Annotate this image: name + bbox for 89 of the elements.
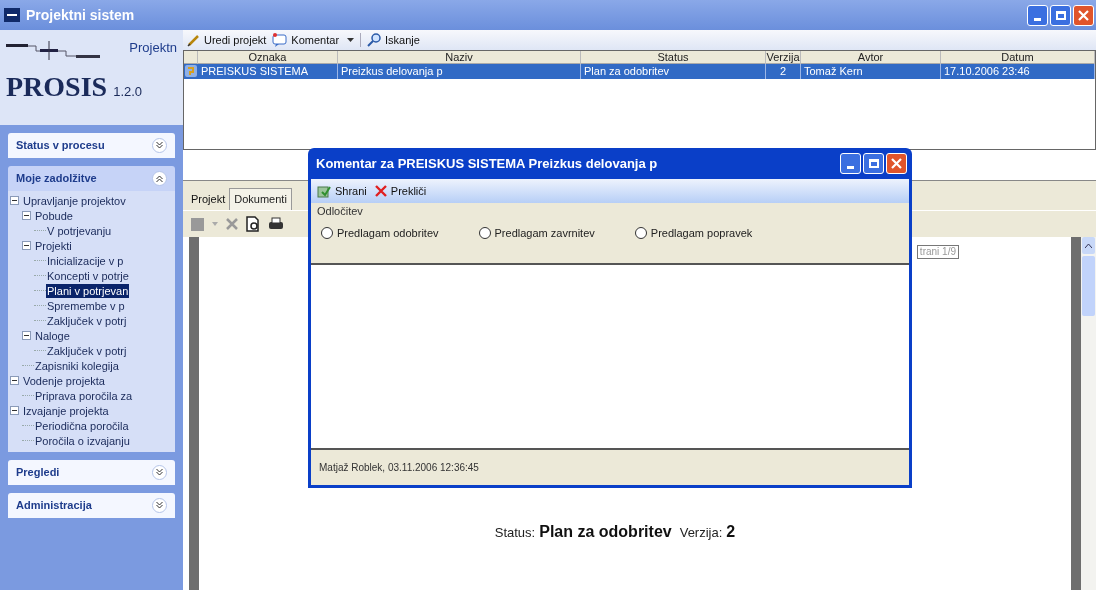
collapse-icon[interactable] [22,211,31,220]
close-icon [891,158,902,169]
collapse-icon[interactable] [10,406,19,415]
tree-item[interactable]: Priprava poročila za [34,388,134,403]
close-button[interactable] [1073,4,1094,26]
square-icon[interactable] [191,217,204,231]
status-label: Status: [494,524,536,542]
panel-title: Status v procesu [16,138,105,154]
radio-option[interactable]: Predlagam zavrnitev [478,225,595,242]
panel-title: Pregledi [16,465,60,481]
comment-icon [272,33,289,47]
version-label: Verzija: [679,524,723,542]
page-indicator: trani 1/9 [916,245,959,259]
radio-button[interactable] [634,227,647,240]
tree-item[interactable]: Inicializacije v p [46,253,125,268]
tree-item[interactable]: Naloge [34,328,71,343]
minimize-button[interactable] [840,153,861,174]
tree-item[interactable]: V potrjevanju [46,223,113,238]
radio-button[interactable] [478,227,491,240]
minimize-button[interactable] [1027,4,1048,26]
close-button[interactable] [886,153,907,174]
window-title: Projektni sistem [26,5,135,25]
app-icon [4,8,20,22]
page-preview-icon[interactable] [246,216,260,232]
printer-icon[interactable] [268,217,284,231]
panel-title: Administracija [16,498,92,514]
table-cell: Plan za odobritev [581,64,766,79]
version-value: 2 [726,522,736,542]
panel-header[interactable]: Pregledi [8,460,175,485]
expand-icon[interactable] [152,465,167,480]
status-value: Plan za odobritev [539,522,672,542]
table-cell: Preizkus delovanja p [338,64,581,79]
version-label: 1.2.0 [113,83,143,101]
expand-icon[interactable] [152,138,167,153]
panel-header[interactable]: Administracija [8,493,175,518]
toolbar-button[interactable]: Uredi projekt [187,31,267,49]
tree-item[interactable]: Plani v potrjevan [46,283,130,298]
radio-option[interactable]: Predlagam popravek [634,225,753,242]
dialog-title: Komentar za PREISKUS SISTEMA Preizkus delovanja p [316,154,658,173]
tree-item[interactable]: Pobude [34,208,74,223]
tree-item[interactable]: Vodenje projekta [22,373,106,388]
project-icon [185,65,197,77]
table-cell: PREISKUS SISTEMA [198,64,338,79]
delete-icon[interactable] [226,218,238,230]
search-icon [367,33,383,47]
collapse-icon[interactable] [10,376,19,385]
tree-item[interactable]: Izvajanje projekta [22,403,110,418]
table-row[interactable]: PREISKUS SISTEMA Preizkus delovanja p Plan za odobritev 2 Tomaž Kern 17.10.2006 23:46 [184,64,1095,79]
table-cell: Tomaž Kern [801,64,941,79]
logo-text: PROSIS [6,70,108,104]
panel-header[interactable]: Status v procesu [8,133,175,158]
tree-item[interactable]: Poročila o izvajanju [34,433,131,448]
tree-item[interactable]: Koncepti v potrje [46,268,130,283]
pencil-icon [187,33,201,47]
cancel-icon [374,185,387,197]
tree-item[interactable]: Upravljanje projektov [22,193,127,208]
save-icon [317,184,331,198]
tree-item[interactable]: Periodična poročila [34,418,130,433]
tree-item[interactable]: Projekti [34,238,73,253]
tree-item[interactable]: Zaključek v potrj [46,343,128,358]
tree-item[interactable]: Zaključek v potrj [46,313,128,328]
scrollbar-thumb[interactable] [1082,256,1095,316]
panel-header[interactable]: Moje zadolžitve [8,166,175,191]
scroll-up-icon[interactable] [1085,243,1092,248]
toolbar-button[interactable]: Shrani [317,182,367,200]
author-timestamp: Matjaž Roblek, 03.11.2006 12:36:45 [319,461,479,475]
close-icon [1078,9,1089,21]
radio-option[interactable]: Predlagam odobritev [321,225,439,242]
toolbar-button[interactable]: Iskanje [367,31,420,49]
tree-item[interactable]: Spremembe v p [46,298,126,313]
expand-icon[interactable] [152,498,167,513]
dropdown-caret-icon [347,38,355,42]
group-title: Odločitev [317,205,364,217]
collapse-icon[interactable] [22,241,31,250]
scrollbar[interactable] [1081,237,1096,590]
comment-field[interactable] [311,265,909,448]
table-cell: 17.10.2006 23:46 [941,64,1095,79]
tab[interactable]: Dokumenti [230,188,292,210]
table-cell: 2 [766,64,801,79]
tree-item[interactable]: Zapisniki kolegija [34,358,120,373]
app-name: Projektn [129,39,177,57]
maximize-button[interactable] [1050,4,1071,26]
radio-button[interactable] [321,227,333,240]
toolbar-button[interactable]: Prekliči [374,182,427,200]
collapse-icon[interactable] [10,196,19,205]
panel-title: Moje zadolžitve [16,171,97,187]
maximize-button[interactable] [863,153,884,174]
collapse-icon[interactable] [22,331,31,340]
toolbar-button[interactable]: Komentar [272,31,355,49]
